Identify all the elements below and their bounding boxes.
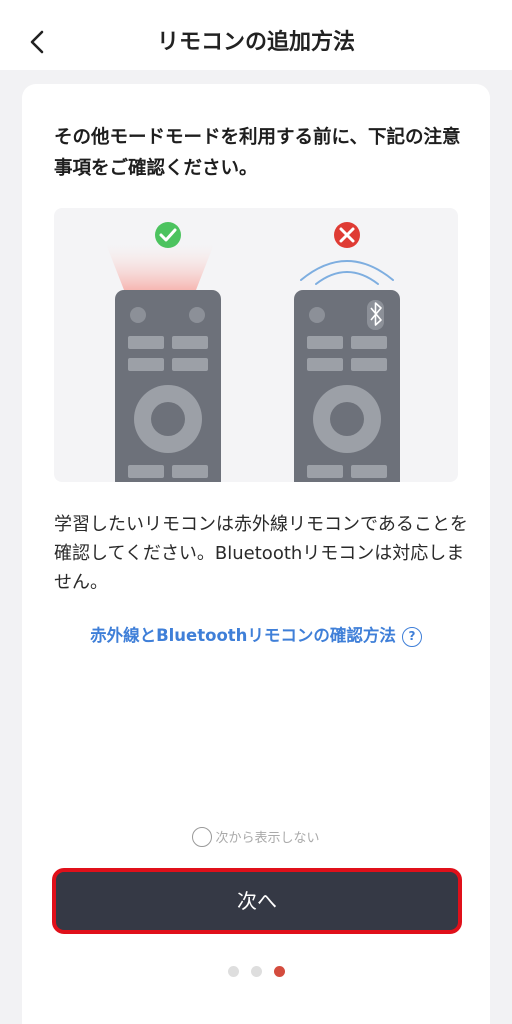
page-indicator xyxy=(22,962,490,981)
radio-circle-icon[interactable] xyxy=(192,827,213,847)
cross-circle-icon xyxy=(334,222,360,248)
bluetooth-icon xyxy=(367,300,384,330)
remote-comparison-image xyxy=(106,222,400,482)
intro-text: その他モードモードを利用する前に、下記の注意事項をご確認ください。 xyxy=(54,127,461,179)
page-dot-1 xyxy=(227,966,239,977)
check-circle-icon xyxy=(155,222,181,248)
help-link[interactable]: 赤外線とBluetoothリモコンの確認方法? xyxy=(22,622,490,647)
dont-show-again-label: 次から表示しない xyxy=(215,831,320,846)
content-card: その他モードモードを利用する前に、下記の注意事項をご確認ください。 学習したいリ… xyxy=(22,84,490,1024)
dont-show-again-option[interactable]: 次から表示しない xyxy=(22,827,490,847)
page-title: リモコンの追加方法 xyxy=(156,30,355,55)
help-link-label: 赤外線とBluetoothリモコンの確認方法 xyxy=(90,626,396,645)
ir-remote xyxy=(115,290,221,482)
page-dot-3 xyxy=(273,966,285,977)
description-text: 学習したいリモコンは赤外線リモコンであることを確認してください。Bluetoot… xyxy=(54,514,468,593)
page-dot-2 xyxy=(250,966,262,977)
top-bar: リモコンの追加方法 xyxy=(0,0,512,70)
question-circle-icon: ? xyxy=(401,627,422,647)
remote-illustration xyxy=(54,208,458,482)
bluetooth-remote xyxy=(294,290,400,482)
next-button[interactable]: 次へ xyxy=(52,868,462,934)
